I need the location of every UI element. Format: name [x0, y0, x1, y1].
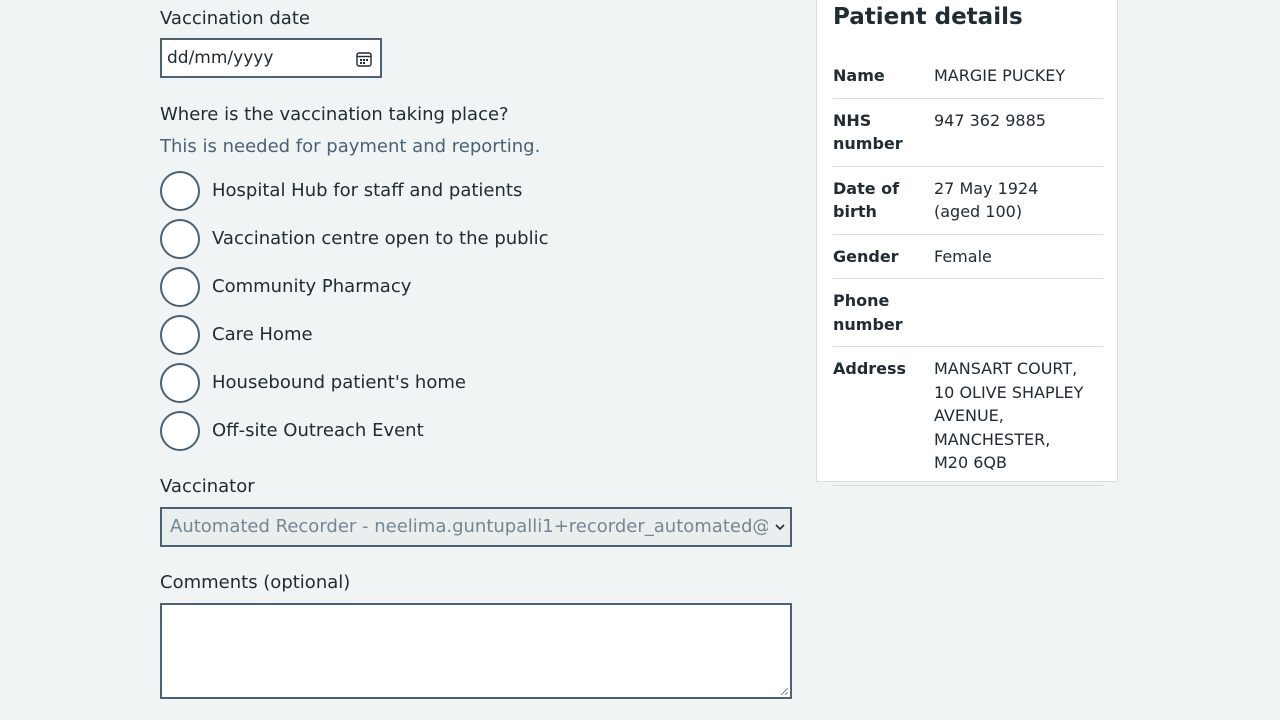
vaccinator-label: Vaccinator: [160, 476, 255, 497]
radio-housebound-home[interactable]: Housebound patient's home: [160, 363, 792, 403]
detail-key: Address: [833, 359, 907, 378]
vaccination-date-input[interactable]: dd/mm/yyyy: [160, 38, 382, 78]
detail-key: Phone number: [833, 291, 903, 334]
vaccination-date-label: Vaccination date: [160, 8, 310, 29]
radio-circle[interactable]: [160, 267, 200, 307]
chevron-down-icon[interactable]: [774, 521, 786, 533]
patient-details-list: Name MARGIE PUCKEY NHS number 947 362 98…: [833, 54, 1103, 486]
detail-value: [934, 289, 1103, 336]
radio-circle[interactable]: [160, 219, 200, 259]
detail-value: 27 May 1924 (aged 100): [934, 178, 1039, 222]
radio-circle[interactable]: [160, 171, 200, 211]
radio-offsite-outreach[interactable]: Off-site Outreach Event: [160, 411, 792, 451]
comments-textarea[interactable]: [160, 603, 792, 699]
vaccinator-selected-value: Automated Recorder - neelima.guntupalli1…: [170, 516, 768, 537]
radio-label: Off-site Outreach Event: [212, 420, 424, 441]
detail-row-name: Name MARGIE PUCKEY: [833, 54, 1103, 99]
radio-hospital-hub[interactable]: Hospital Hub for staff and patients: [160, 171, 792, 211]
detail-key: Name: [833, 66, 885, 85]
vaccination-date-placeholder: dd/mm/yyyy: [167, 48, 274, 68]
patient-details-title: Patient details: [833, 4, 1023, 30]
resize-handle-icon[interactable]: [779, 686, 789, 696]
vaccinator-select[interactable]: Automated Recorder - neelima.guntupalli1…: [160, 507, 792, 547]
radio-community-pharmacy[interactable]: Community Pharmacy: [160, 267, 792, 307]
radio-label: Vaccination centre open to the public: [212, 228, 549, 249]
location-radio-group: Hospital Hub for staff and patients Vacc…: [160, 171, 792, 459]
radio-vaccination-centre[interactable]: Vaccination centre open to the public: [160, 219, 792, 259]
radio-label: Housebound patient's home: [212, 372, 466, 393]
calendar-icon[interactable]: [356, 51, 372, 67]
detail-value: Female: [934, 246, 992, 266]
location-question: Where is the vaccination taking place?: [160, 104, 509, 125]
detail-value: MANSART COURT, 10 OLIVE SHAPLEY AVENUE, …: [934, 359, 1084, 472]
radio-label: Hospital Hub for staff and patients: [212, 180, 523, 201]
detail-row-address: Address MANSART COURT, 10 OLIVE SHAPLEY …: [833, 347, 1103, 486]
detail-key: Date of birth: [833, 178, 900, 222]
patient-details-card: Patient details Name MARGIE PUCKEY NHS n…: [816, 0, 1118, 486]
detail-row-date-of-birth: Date of birth 27 May 1924 (aged 100): [833, 167, 1103, 235]
detail-row-phone-number: Phone number: [833, 279, 1103, 347]
radio-label: Care Home: [212, 324, 313, 345]
location-hint: This is needed for payment and reporting…: [160, 136, 541, 157]
radio-circle[interactable]: [160, 411, 200, 451]
comments-label: Comments (optional): [160, 572, 351, 593]
detail-row-gender: Gender Female: [833, 235, 1103, 279]
radio-circle[interactable]: [160, 315, 200, 355]
radio-care-home[interactable]: Care Home: [160, 315, 792, 355]
detail-row-nhs-number: NHS number 947 362 9885: [833, 99, 1103, 167]
radio-label: Community Pharmacy: [212, 276, 412, 297]
detail-key: NHS number: [833, 110, 903, 154]
detail-key: Gender: [833, 246, 899, 266]
detail-value: 947 362 9885: [934, 110, 1046, 130]
page: Vaccination date dd/mm/yyyy Where is the…: [0, 0, 1280, 720]
radio-circle[interactable]: [160, 363, 200, 403]
detail-value: MARGIE PUCKEY: [934, 66, 1066, 85]
